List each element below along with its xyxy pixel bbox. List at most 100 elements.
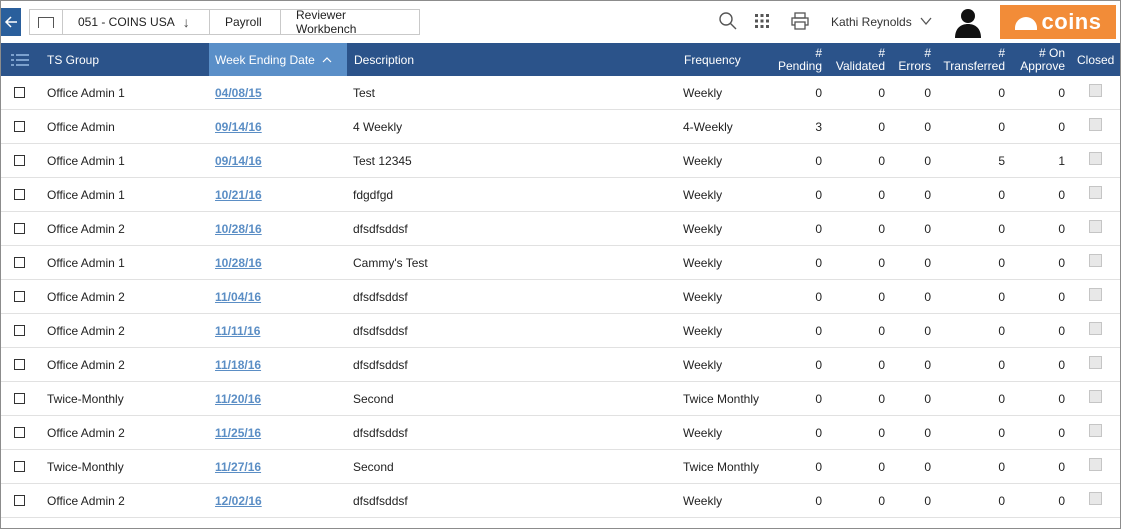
table-row[interactable]: Office Admin 2 11/11/16 dfsdfsddsf Weekly 0 0… [1, 314, 1120, 348]
cell-transferred: 0 [939, 314, 1005, 347]
cell-transferred: 0 [939, 110, 1005, 143]
table-row[interactable]: Office Admin 1 10/28/16 Cammy's Test Weekly… [1, 246, 1120, 280]
col-transferred[interactable]: # Transferred [939, 43, 1005, 76]
table-row[interactable]: Office Admin 2 12/02/16 dfsdfsddsf Weekly 0 0… [1, 484, 1120, 518]
row-select-checkbox[interactable] [14, 393, 25, 404]
closed-checkbox[interactable] [1089, 458, 1102, 471]
breadcrumb-home[interactable] [29, 9, 63, 35]
cell-week-ending-text[interactable]: 11/11/16 [215, 324, 260, 338]
table-row[interactable]: Office Admin 2 11/18/16 dfsdfsddsf Weekly 0 0… [1, 348, 1120, 382]
row-select-checkbox[interactable] [14, 257, 25, 268]
table-row[interactable]: Office Admin 09/14/16 4 Weekly 4-Weekly 3 0 0 0… [1, 110, 1120, 144]
cell-week-ending-text[interactable]: 11/04/16 [215, 290, 261, 304]
table-row[interactable]: Office Admin 2 10/28/16 dfsdfsddsf Weekly 0 0… [1, 212, 1120, 246]
menu-icon[interactable] [11, 53, 29, 67]
table-row[interactable]: Twice-Monthly 11/27/16 Second Twice Monthly… [1, 450, 1120, 484]
breadcrumb-module[interactable]: Payroll [209, 9, 281, 35]
col-ts-group[interactable]: TS Group [47, 43, 197, 76]
cell-week-ending[interactable]: 09/14/16 [215, 144, 335, 177]
closed-checkbox[interactable] [1089, 118, 1102, 131]
row-select-checkbox[interactable] [14, 189, 25, 200]
cell-week-ending[interactable]: 10/21/16 [215, 178, 335, 211]
table-row[interactable]: Office Admin 1 10/21/16 fdgdfgd Weekly 0 0 0 0 0 [1, 178, 1120, 212]
cell-week-ending-text[interactable]: 11/27/16 [215, 460, 261, 474]
cell-week-ending[interactable]: 11/20/16 [215, 382, 335, 415]
closed-checkbox[interactable] [1089, 288, 1102, 301]
cell-week-ending[interactable]: 09/14/16 [215, 110, 335, 143]
row-select-checkbox[interactable] [14, 291, 25, 302]
cell-week-ending[interactable]: 11/11/16 [215, 314, 335, 347]
breadcrumb-page[interactable]: Reviewer Workbench [280, 8, 420, 36]
row-select-checkbox[interactable] [14, 121, 25, 132]
cell-week-ending-text[interactable]: 10/28/16 [215, 222, 262, 236]
cell-week-ending-text[interactable]: 09/14/16 [215, 120, 262, 134]
closed-checkbox[interactable] [1089, 492, 1102, 505]
cell-frequency-text: Weekly [683, 187, 723, 202]
closed-checkbox[interactable] [1089, 84, 1102, 97]
back-button[interactable] [1, 8, 21, 36]
closed-checkbox[interactable] [1089, 186, 1102, 199]
apps-grid-icon[interactable] [752, 11, 772, 31]
search-icon[interactable] [718, 11, 738, 31]
row-select-checkbox[interactable] [14, 325, 25, 336]
cell-on-approve-text: 0 [1058, 357, 1065, 372]
col-errors[interactable]: # Errors [891, 43, 931, 76]
col-validated[interactable]: # Validated [831, 43, 885, 76]
cell-week-ending[interactable]: 10/28/16 [215, 246, 335, 279]
col-pending[interactable]: # Pending [771, 43, 822, 76]
closed-checkbox[interactable] [1089, 390, 1102, 403]
closed-checkbox[interactable] [1089, 220, 1102, 233]
table-row[interactable]: Office Admin 2 11/25/16 dfsdfsddsf Weekly 0 0… [1, 416, 1120, 450]
user-menu-chevron-icon[interactable] [919, 14, 933, 28]
cell-week-ending[interactable]: 11/25/16 [215, 416, 335, 449]
col-description[interactable]: Description [354, 43, 654, 76]
closed-checkbox[interactable] [1089, 424, 1102, 437]
table-row[interactable]: Twice-Monthly 11/20/16 Second Twice Monthly… [1, 382, 1120, 416]
cell-week-ending-text[interactable]: 11/18/16 [215, 358, 261, 372]
cell-on-approve-text: 0 [1058, 425, 1065, 440]
cell-ts-group: Twice-Monthly [47, 382, 197, 415]
cell-pending-text: 0 [815, 323, 822, 338]
cell-on-approve-text: 0 [1058, 85, 1065, 100]
cell-week-ending-text[interactable]: 12/02/16 [215, 494, 262, 508]
closed-checkbox[interactable] [1089, 254, 1102, 267]
cell-errors: 0 [891, 484, 931, 517]
cell-week-ending-text[interactable]: 10/28/16 [215, 256, 262, 270]
table-row[interactable]: Office Admin 1 09/14/16 Test 12345 Weekly 0 0… [1, 144, 1120, 178]
row-select-checkbox[interactable] [14, 87, 25, 98]
table-row[interactable]: Office Admin 2 11/04/16 dfsdfsddsf Weekly 0 0… [1, 280, 1120, 314]
cell-week-ending[interactable]: 04/08/15 [215, 76, 335, 109]
cell-week-ending-text[interactable]: 09/14/16 [215, 154, 262, 168]
cell-week-ending-text[interactable]: 04/08/15 [215, 86, 262, 100]
row-select-checkbox[interactable] [14, 461, 25, 472]
cell-validated: 0 [831, 144, 885, 177]
cell-week-ending-text[interactable]: 11/25/16 [215, 426, 261, 440]
cell-week-ending[interactable]: 12/02/16 [215, 484, 335, 517]
closed-checkbox[interactable] [1089, 152, 1102, 165]
breadcrumb-company[interactable]: 051 - COINS USA ↓ [62, 9, 210, 35]
closed-checkbox[interactable] [1089, 356, 1102, 369]
row-select-checkbox[interactable] [14, 223, 25, 234]
col-frequency[interactable]: Frequency [684, 43, 764, 76]
col-closed[interactable]: Closed [1077, 43, 1117, 76]
cell-week-ending[interactable]: 11/27/16 [215, 450, 335, 483]
table-row[interactable]: Office Admin 1 04/08/15 Test Weekly 0 0 0 0 0 [1, 76, 1120, 110]
cell-week-ending[interactable]: 10/28/16 [215, 212, 335, 245]
closed-checkbox[interactable] [1089, 322, 1102, 335]
cell-transferred-text: 0 [998, 357, 1005, 372]
row-select-checkbox[interactable] [14, 427, 25, 438]
user-avatar-icon[interactable] [953, 6, 983, 38]
user-name[interactable]: Kathi Reynolds [831, 15, 912, 29]
cell-week-ending-text[interactable]: 11/20/16 [215, 392, 261, 406]
cell-week-ending-text[interactable]: 10/21/16 [215, 188, 262, 202]
col-week-ending[interactable]: Week Ending Date [209, 43, 347, 76]
cell-pending-text: 0 [815, 153, 822, 168]
cell-pending-text: 0 [815, 391, 822, 406]
print-icon[interactable] [790, 11, 810, 31]
row-select-checkbox[interactable] [14, 155, 25, 166]
row-select-checkbox[interactable] [14, 359, 25, 370]
cell-week-ending[interactable]: 11/18/16 [215, 348, 335, 381]
row-select-checkbox[interactable] [14, 495, 25, 506]
cell-week-ending[interactable]: 11/04/16 [215, 280, 335, 313]
col-on-approve[interactable]: # On Approve [1013, 43, 1065, 76]
